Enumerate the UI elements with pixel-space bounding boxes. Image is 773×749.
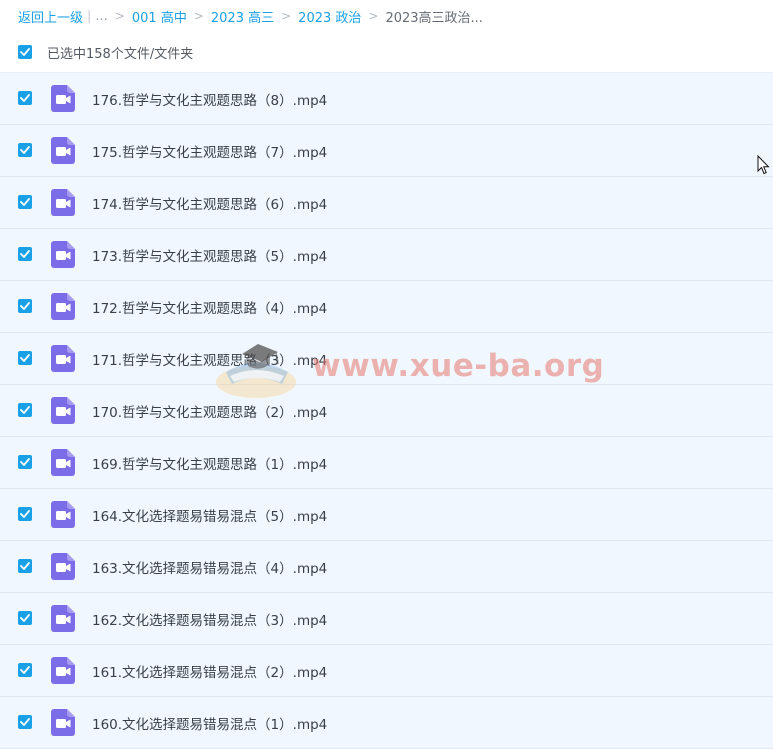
mouse-pointer-icon — [757, 155, 770, 175]
file-checkbox[interactable] — [18, 195, 32, 209]
file-name[interactable]: 176.哲学与文化主观题思路（8）.mp4 — [92, 89, 327, 109]
video-file-icon[interactable] — [51, 553, 75, 580]
file-checkbox[interactable] — [18, 299, 32, 313]
check-icon — [20, 354, 30, 362]
file-name[interactable]: 162.文化选择题易错易混点（3）.mp4 — [92, 609, 327, 629]
file-checkbox[interactable] — [18, 403, 32, 417]
check-icon — [20, 510, 30, 518]
file-row[interactable]: 170.哲学与文化主观题思路（2）.mp4 — [0, 385, 773, 437]
breadcrumb-ellipsis[interactable]: ... — [95, 9, 107, 24]
file-row[interactable]: 174.哲学与文化主观题思路（6）.mp4 — [0, 177, 773, 229]
file-name[interactable]: 172.哲学与文化主观题思路（4）.mp4 — [92, 297, 327, 317]
file-name[interactable]: 163.文化选择题易错易混点（4）.mp4 — [92, 557, 327, 577]
video-file-icon[interactable] — [51, 397, 75, 424]
file-checkbox[interactable] — [18, 455, 32, 469]
check-icon — [20, 614, 30, 622]
file-row[interactable]: 173.哲学与文化主观题思路（5）.mp4 — [0, 229, 773, 281]
file-list: 176.哲学与文化主观题思路（8）.mp4 175.哲学与文化主观题思路（7）.m… — [0, 72, 773, 749]
file-name[interactable]: 171.哲学与文化主观题思路（3）.mp4 — [92, 349, 327, 369]
file-name[interactable]: 169.哲学与文化主观题思路（1）.mp4 — [92, 453, 327, 473]
video-file-icon[interactable] — [51, 293, 75, 320]
check-icon — [20, 48, 30, 56]
back-link[interactable]: 返回上一级 — [18, 7, 83, 26]
video-file-icon[interactable] — [51, 657, 75, 684]
file-row[interactable]: 169.哲学与文化主观题思路（1）.mp4 — [0, 437, 773, 489]
video-file-icon[interactable] — [51, 605, 75, 632]
file-name[interactable]: 161.文化选择题易错易混点（2）.mp4 — [92, 661, 327, 681]
file-row[interactable]: 175.哲学与文化主观题思路（7）.mp4 — [0, 125, 773, 177]
file-checkbox[interactable] — [18, 91, 32, 105]
selection-count-label: 已选中158个文件/文件夹 — [47, 46, 194, 62]
file-checkbox[interactable] — [18, 715, 32, 729]
chevron-right-icon: > — [368, 9, 379, 23]
file-name[interactable]: 164.文化选择题易错易混点（5）.mp4 — [92, 505, 327, 525]
file-name[interactable]: 160.文化选择题易错易混点（1）.mp4 — [92, 713, 327, 733]
breadcrumb-item-001[interactable]: 001 高中 — [132, 7, 187, 26]
file-name[interactable]: 173.哲学与文化主观题思路（5）.mp4 — [92, 245, 327, 265]
breadcrumb: 返回上一级 | ... > 001 高中 > 2023 高三 > 2023 政治… — [18, 6, 483, 26]
file-row[interactable]: 161.文化选择题易错易混点（2）.mp4 — [0, 645, 773, 697]
file-name[interactable]: 175.哲学与文化主观题思路（7）.mp4 — [92, 141, 327, 161]
check-icon — [20, 250, 30, 258]
file-checkbox[interactable] — [18, 507, 32, 521]
chevron-right-icon: > — [281, 9, 292, 23]
file-checkbox[interactable] — [18, 247, 32, 261]
file-checkbox[interactable] — [18, 611, 32, 625]
video-file-icon[interactable] — [51, 709, 75, 736]
file-checkbox[interactable] — [18, 351, 32, 365]
file-checkbox[interactable] — [18, 663, 32, 677]
video-file-icon[interactable] — [51, 241, 75, 268]
select-all-bar: 已选中158个文件/文件夹 — [18, 43, 194, 62]
file-name[interactable]: 170.哲学与文化主观题思路（2）.mp4 — [92, 401, 327, 421]
check-icon — [20, 146, 30, 154]
video-file-icon[interactable] — [51, 449, 75, 476]
video-file-icon[interactable] — [51, 501, 75, 528]
check-icon — [20, 198, 30, 206]
video-file-icon[interactable] — [51, 137, 75, 164]
file-checkbox[interactable] — [18, 559, 32, 573]
check-icon — [20, 718, 30, 726]
check-icon — [20, 666, 30, 674]
breadcrumb-item-2023-politics[interactable]: 2023 政治 — [298, 7, 361, 26]
file-name[interactable]: 174.哲学与文化主观题思路（6）.mp4 — [92, 193, 327, 213]
breadcrumb-item-2023-grade3[interactable]: 2023 高三 — [211, 7, 274, 26]
check-icon — [20, 406, 30, 414]
check-icon — [20, 94, 30, 102]
video-file-icon[interactable] — [51, 189, 75, 216]
video-file-icon[interactable] — [51, 85, 75, 112]
file-row[interactable]: 163.文化选择题易错易混点（4）.mp4 — [0, 541, 773, 593]
file-row[interactable]: 162.文化选择题易错易混点（3）.mp4 — [0, 593, 773, 645]
check-icon — [20, 302, 30, 310]
chevron-right-icon: > — [193, 9, 204, 23]
file-row[interactable]: 171.哲学与文化主观题思路（3）.mp4 — [0, 333, 773, 385]
breadcrumb-current: 2023高三政治... — [385, 10, 483, 26]
file-row[interactable]: 160.文化选择题易错易混点（1）.mp4 — [0, 697, 773, 749]
file-row[interactable]: 164.文化选择题易错易混点（5）.mp4 — [0, 489, 773, 541]
check-icon — [20, 562, 30, 570]
file-checkbox[interactable] — [18, 143, 32, 157]
file-row[interactable]: 176.哲学与文化主观题思路（8）.mp4 — [0, 72, 773, 125]
breadcrumb-divider: | — [87, 8, 92, 24]
video-file-icon[interactable] — [51, 345, 75, 372]
file-row[interactable]: 172.哲学与文化主观题思路（4）.mp4 — [0, 281, 773, 333]
select-all-checkbox[interactable] — [18, 45, 32, 59]
chevron-right-icon: > — [114, 9, 125, 23]
check-icon — [20, 458, 30, 466]
